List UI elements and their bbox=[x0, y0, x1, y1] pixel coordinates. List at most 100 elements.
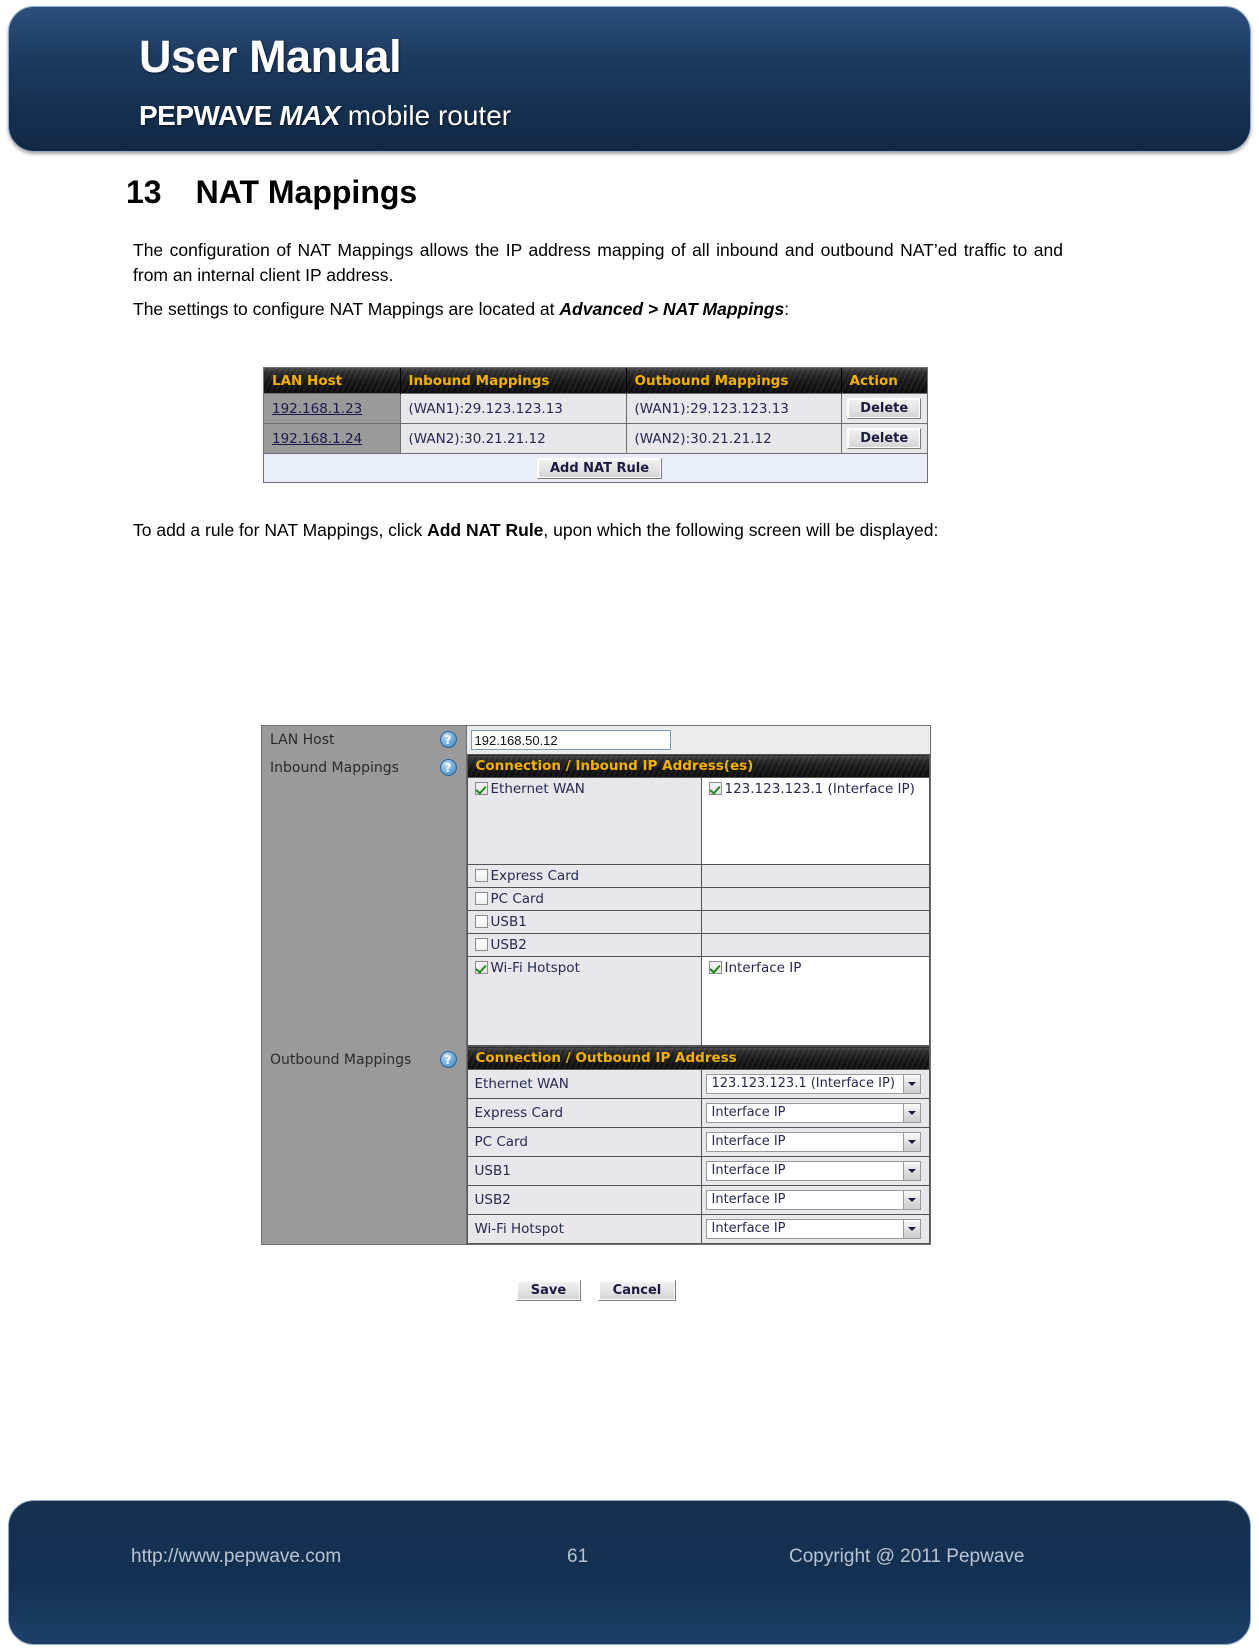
inbound-row-usb1: USB1 bbox=[467, 910, 930, 934]
nat-mappings-list-screenshot: LAN Host Inbound Mappings Outbound Mappi… bbox=[263, 367, 928, 483]
cell-lan-host: 192.168.1.24 bbox=[264, 423, 401, 454]
lan-host-link[interactable]: 192.168.1.23 bbox=[272, 401, 362, 417]
checkbox-usb2[interactable] bbox=[474, 938, 488, 951]
checkbox-usb1[interactable] bbox=[474, 915, 488, 928]
cell-lan-host: 192.168.1.23 bbox=[264, 393, 401, 424]
cancel-button[interactable]: Cancel bbox=[597, 1280, 677, 1301]
chevron-down-icon[interactable] bbox=[903, 1104, 920, 1122]
outbound-ip-select-usb2[interactable]: Interface IP bbox=[705, 1190, 921, 1210]
label-lan-host-cell: LAN Host ? bbox=[262, 726, 467, 754]
outbound-row-pc-card: PC Card Interface IP bbox=[467, 1127, 930, 1157]
outbound-ip-select-express-card[interactable]: Interface IP bbox=[705, 1103, 921, 1123]
outbound-mappings-table: Connection / Outbound IP Address Etherne… bbox=[466, 1046, 930, 1244]
inbound-connection-cell: USB1 bbox=[467, 910, 702, 934]
field-inbound-cell: Connection / Inbound IP Address(es) Ethe… bbox=[466, 754, 930, 1046]
outbound-row-usb2: USB2 Interface IP bbox=[467, 1185, 930, 1215]
checkbox-interface-ip[interactable] bbox=[708, 961, 722, 974]
lan-host-link[interactable]: 192.168.1.24 bbox=[272, 431, 362, 447]
outbound-ip-select-wifi-hotspot[interactable]: Interface IP bbox=[705, 1219, 921, 1239]
label-outbound-cell: Outbound Mappings ? bbox=[262, 1046, 467, 1244]
inbound-address-cell bbox=[701, 910, 930, 934]
inbound-row-ethernet-wan: Ethernet WAN 123.123.123.1 (Interface IP… bbox=[467, 777, 930, 865]
brand-pepwave: PEPWAVE bbox=[139, 100, 280, 131]
footer-url[interactable]: http://www.pepwave.com bbox=[131, 1546, 341, 1568]
chevron-down-icon[interactable] bbox=[903, 1075, 920, 1093]
footer-copyright: Copyright @ 2011 Pepwave bbox=[789, 1546, 1025, 1567]
table-header-row: LAN Host Inbound Mappings Outbound Mappi… bbox=[264, 368, 927, 394]
cell-inbound: (WAN2):30.21.21.12 bbox=[400, 423, 627, 454]
inbound-connection-label: PC Card bbox=[490, 891, 544, 907]
select-value: Interface IP bbox=[711, 1221, 786, 1236]
outbound-row-usb1: USB1 Interface IP bbox=[467, 1156, 930, 1186]
outbound-ip-select-pc-card[interactable]: Interface IP bbox=[705, 1132, 921, 1152]
inbound-connection-label: USB2 bbox=[490, 937, 527, 953]
outbound-address-cell: Interface IP bbox=[701, 1127, 930, 1157]
location-paragraph: The settings to configure NAT Mappings a… bbox=[133, 297, 1063, 322]
help-icon[interactable]: ? bbox=[439, 731, 457, 748]
form-action-bar: Save Cancel bbox=[261, 1280, 931, 1301]
add-rule-row: Add NAT Rule bbox=[264, 453, 927, 482]
footer-page-number: 61 bbox=[567, 1546, 589, 1567]
chevron-down-icon[interactable] bbox=[903, 1133, 920, 1151]
select-value: Interface IP bbox=[711, 1163, 786, 1178]
save-button[interactable]: Save bbox=[515, 1280, 582, 1301]
chevron-down-icon[interactable] bbox=[903, 1191, 920, 1209]
location-path: Advanced > NAT Mappings bbox=[559, 299, 785, 319]
checkbox-ethernet-wan[interactable] bbox=[474, 782, 488, 795]
select-value: Interface IP bbox=[711, 1105, 786, 1120]
table-row: 192.168.1.24 (WAN2):30.21.21.12 (WAN2):3… bbox=[264, 423, 927, 454]
outbound-connection-label: USB1 bbox=[467, 1156, 702, 1186]
inbound-connection-label: Express Card bbox=[490, 868, 580, 884]
lan-host-input[interactable] bbox=[470, 730, 671, 750]
column-inbound-mappings: Inbound Mappings bbox=[400, 368, 627, 394]
nat-rule-form-screenshot: LAN Host ? Inbound Mappings ? bbox=[261, 725, 931, 1245]
manual-title: User Manual bbox=[139, 31, 402, 82]
inbound-connection-cell: USB2 bbox=[467, 933, 702, 957]
outbound-ip-select-usb1[interactable]: Interface IP bbox=[705, 1161, 921, 1181]
inbound-mappings-table: Connection / Inbound IP Address(es) Ethe… bbox=[466, 754, 930, 1046]
add-rule-bold: Add NAT Rule bbox=[427, 520, 544, 540]
outbound-connection-label: Express Card bbox=[467, 1098, 702, 1128]
location-prefix: The settings to configure NAT Mappings a… bbox=[133, 299, 560, 319]
select-value: Interface IP bbox=[711, 1192, 786, 1207]
outbound-connection-label: PC Card bbox=[467, 1127, 702, 1157]
checkbox-interface-ip[interactable] bbox=[708, 782, 722, 795]
form-row-outbound-mappings: Outbound Mappings ? Connection / Outboun… bbox=[262, 1046, 930, 1244]
outbound-ip-select-ethernet-wan[interactable]: 123.123.123.1 (Interface IP) bbox=[705, 1074, 921, 1094]
outbound-header-row: Connection / Outbound IP Address bbox=[467, 1046, 930, 1070]
add-nat-rule-button[interactable]: Add NAT Rule bbox=[536, 457, 663, 479]
form-row-lan-host: LAN Host ? bbox=[262, 726, 930, 754]
chevron-down-icon[interactable] bbox=[903, 1220, 920, 1238]
nat-rule-form-table: LAN Host ? Inbound Mappings ? bbox=[262, 726, 930, 1244]
add-rule-paragraph: To add a rule for NAT Mappings, click Ad… bbox=[133, 518, 1063, 543]
label-outbound-mappings: Outbound Mappings bbox=[270, 1052, 412, 1068]
outbound-row-ethernet-wan: Ethernet WAN 123.123.123.1 (Interface IP… bbox=[467, 1069, 930, 1099]
help-icon[interactable]: ? bbox=[439, 1051, 457, 1068]
checkbox-wifi-hotspot[interactable] bbox=[474, 961, 488, 974]
label-inbound-mappings: Inbound Mappings bbox=[270, 760, 399, 776]
checkbox-pc-card[interactable] bbox=[474, 892, 488, 905]
column-lan-host: LAN Host bbox=[264, 368, 401, 394]
chapter-number: 13 bbox=[126, 174, 162, 210]
cell-inbound: (WAN1):29.123.123.13 bbox=[400, 393, 627, 424]
chevron-down-icon[interactable] bbox=[903, 1162, 920, 1180]
outbound-address-cell: Interface IP bbox=[701, 1185, 930, 1215]
help-icon[interactable]: ? bbox=[439, 759, 457, 776]
inbound-address-cell bbox=[701, 933, 930, 957]
checkbox-express-card[interactable] bbox=[474, 869, 488, 882]
inbound-address-cell: 123.123.123.1 (Interface IP) bbox=[701, 777, 930, 865]
page-title: 13 NAT Mappings bbox=[126, 174, 417, 211]
field-outbound-cell: Connection / Outbound IP Address Etherne… bbox=[466, 1046, 930, 1244]
select-value: 123.123.123.1 (Interface IP) bbox=[711, 1076, 895, 1091]
delete-button[interactable]: Delete bbox=[847, 398, 922, 419]
inbound-connection-cell: Ethernet WAN bbox=[467, 777, 702, 865]
inbound-connection-cell: Wi-Fi Hotspot bbox=[467, 956, 702, 1046]
select-value: Interface IP bbox=[711, 1134, 786, 1149]
outbound-row-wifi-hotspot: Wi-Fi Hotspot Interface IP bbox=[467, 1214, 930, 1244]
outbound-connection-label: Wi-Fi Hotspot bbox=[467, 1214, 702, 1244]
delete-button[interactable]: Delete bbox=[847, 428, 922, 449]
inbound-header-row: Connection / Inbound IP Address(es) bbox=[467, 754, 930, 778]
outbound-row-express-card: Express Card Interface IP bbox=[467, 1098, 930, 1128]
location-suffix: : bbox=[784, 299, 790, 319]
outbound-address-cell: Interface IP bbox=[701, 1098, 930, 1128]
